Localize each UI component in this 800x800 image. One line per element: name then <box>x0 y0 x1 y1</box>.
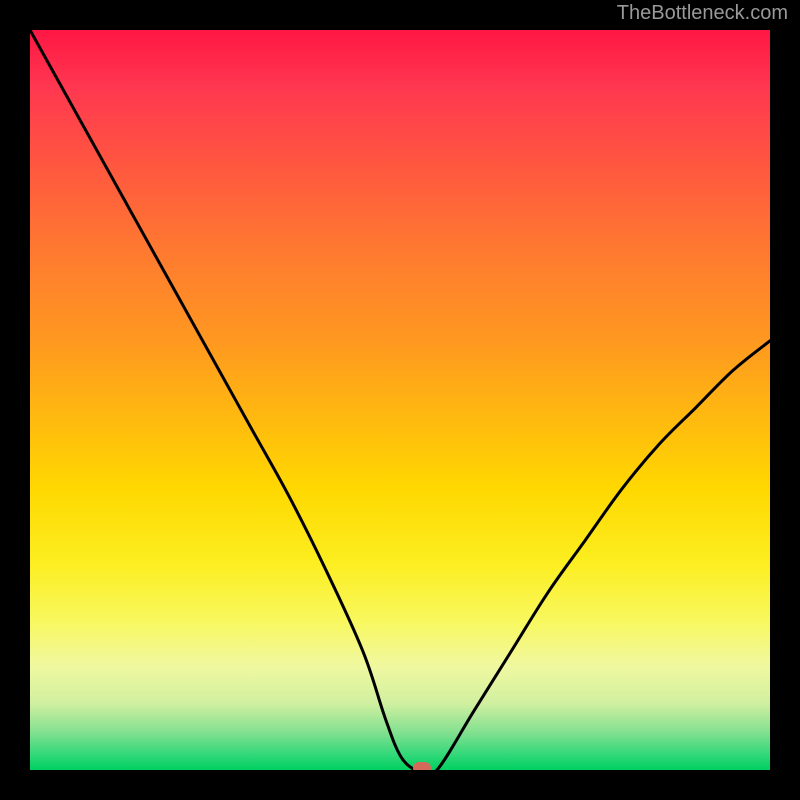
chart-container: TheBottleneck.com <box>0 0 800 800</box>
optimal-point-marker <box>413 762 431 770</box>
bottleneck-curve <box>30 30 770 770</box>
curve-svg <box>30 30 770 770</box>
watermark-text: TheBottleneck.com <box>617 2 788 25</box>
plot-area <box>30 30 770 770</box>
